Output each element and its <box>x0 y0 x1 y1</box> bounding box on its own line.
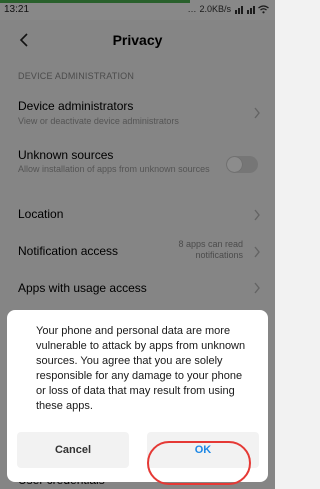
ok-highlight-ring <box>147 441 251 485</box>
cancel-button[interactable]: Cancel <box>17 432 129 468</box>
dialog-message: Your phone and personal data are more vu… <box>36 325 246 412</box>
